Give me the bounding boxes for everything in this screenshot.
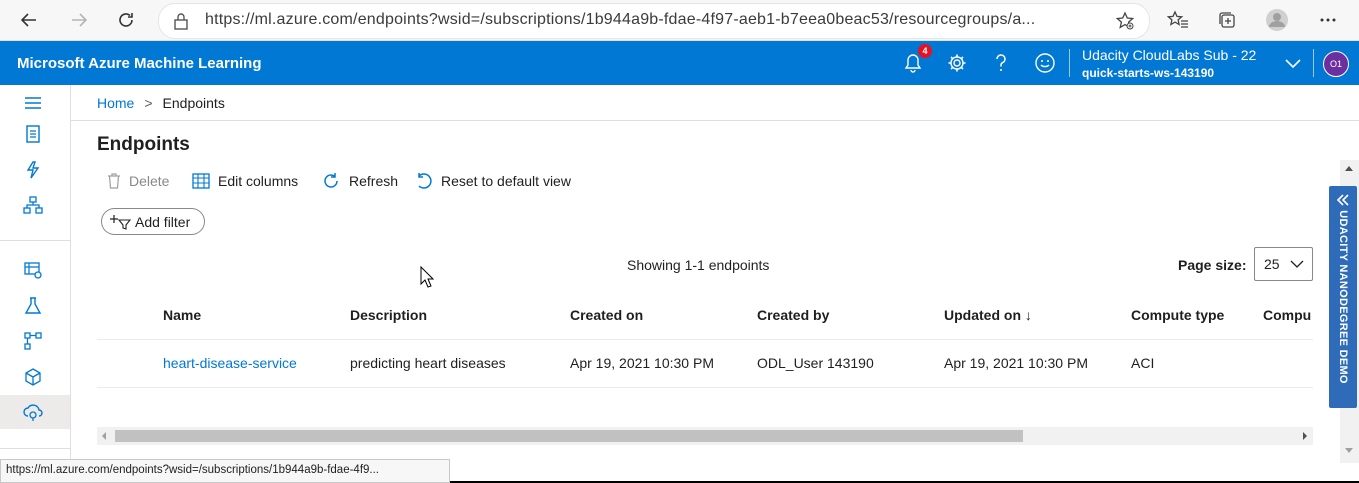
table-grid-icon bbox=[192, 173, 210, 189]
edit-columns-label: Edit columns bbox=[218, 173, 299, 189]
page-title: Endpoints bbox=[97, 134, 190, 155]
page-size-value: 25 bbox=[1264, 256, 1280, 272]
reset-label: Reset to default view bbox=[441, 173, 571, 189]
models-icon[interactable] bbox=[20, 364, 46, 390]
back-arrow-icon[interactable] bbox=[15, 6, 43, 34]
endpoint-created-by: ODL_User 143190 bbox=[757, 355, 874, 371]
designer-icon[interactable] bbox=[20, 192, 46, 218]
refresh-button[interactable]: Refresh bbox=[321, 170, 398, 192]
datasets-icon[interactable] bbox=[20, 257, 46, 283]
refresh-icon bbox=[321, 171, 341, 191]
horizontal-scroll-thumb[interactable] bbox=[115, 430, 1023, 442]
page-size-select[interactable]: 25 bbox=[1254, 247, 1313, 281]
reload-icon[interactable] bbox=[112, 6, 140, 34]
workspace-name[interactable]: quick-starts-ws-143190 bbox=[1082, 66, 1214, 80]
chevron-down-icon bbox=[1290, 259, 1304, 269]
add-filter-button[interactable]: Add filter bbox=[101, 208, 205, 235]
breadcrumb-divider bbox=[71, 120, 1359, 121]
nav-divider bbox=[0, 448, 70, 449]
subscription-name[interactable]: Udacity CloudLabs Sub - 22 bbox=[1082, 47, 1256, 63]
scroll-down-arrow-icon[interactable] bbox=[1345, 448, 1353, 453]
breadcrumb-separator: > bbox=[144, 95, 153, 111]
mouse-pointer-icon bbox=[420, 266, 434, 288]
breadcrumb-current: Endpoints bbox=[162, 95, 225, 111]
delete-label: Delete bbox=[129, 173, 170, 189]
address-bar[interactable]: https://ml.azure.com/endpoints?wsid=/sub… bbox=[158, 3, 1150, 39]
left-nav bbox=[0, 85, 71, 460]
lock-icon[interactable] bbox=[173, 12, 189, 30]
app-title[interactable]: Microsoft Azure Machine Learning bbox=[17, 55, 261, 72]
experiments-icon[interactable] bbox=[20, 293, 46, 319]
column-header-compute-truncated[interactable]: Compu bbox=[1263, 307, 1313, 323]
feedback-smiley-icon[interactable] bbox=[1033, 51, 1057, 75]
results-count: Showing 1-1 endpoints bbox=[627, 257, 770, 273]
automl-icon[interactable] bbox=[20, 157, 46, 183]
column-header-updated-on[interactable]: Updated on ↓ bbox=[944, 307, 1032, 323]
notification-badge: 4 bbox=[918, 44, 932, 58]
help-question-icon[interactable] bbox=[989, 51, 1013, 75]
row-divider bbox=[97, 339, 1313, 340]
forward-arrow-icon[interactable] bbox=[65, 6, 93, 34]
chevron-down-icon[interactable] bbox=[1281, 51, 1305, 75]
refresh-label: Refresh bbox=[349, 173, 399, 189]
add-favorite-icon[interactable] bbox=[1115, 11, 1135, 31]
settings-gear-icon[interactable] bbox=[945, 51, 969, 75]
header-divider bbox=[1069, 49, 1070, 77]
undo-icon bbox=[415, 172, 433, 190]
page-size-label: Page size: bbox=[1178, 257, 1247, 273]
edit-columns-button[interactable]: Edit columns bbox=[192, 170, 298, 192]
breadcrumb: Home > Endpoints bbox=[97, 95, 225, 111]
url-text[interactable]: https://ml.azure.com/endpoints?wsid=/sub… bbox=[205, 11, 1035, 29]
scroll-left-arrow-icon[interactable] bbox=[102, 432, 106, 440]
row-divider bbox=[97, 387, 1313, 388]
collections-icon[interactable] bbox=[1213, 6, 1241, 34]
add-filter-icon bbox=[110, 214, 132, 230]
udacity-side-tab[interactable]: UDACITY NANODEGREE DEMO bbox=[1329, 186, 1357, 408]
reset-default-view-button[interactable]: Reset to default view bbox=[415, 170, 571, 192]
app-header: Microsoft Azure Machine Learning 4 Udaci… bbox=[0, 41, 1359, 85]
pipelines-icon[interactable] bbox=[20, 328, 46, 354]
endpoint-created-on: Apr 19, 2021 10:30 PM bbox=[570, 355, 714, 371]
delete-button[interactable]: Delete bbox=[107, 170, 169, 192]
trash-icon bbox=[107, 173, 121, 189]
endpoint-description: predicting heart diseases bbox=[350, 355, 506, 371]
header-divider bbox=[1313, 49, 1314, 77]
udacity-tab-label: UDACITY NANODEGREE DEMO bbox=[1337, 210, 1349, 384]
scroll-right-arrow-icon[interactable] bbox=[1303, 432, 1307, 440]
endpoints-icon[interactable] bbox=[20, 399, 46, 425]
hamburger-menu-icon[interactable] bbox=[20, 90, 46, 116]
column-header-created-by[interactable]: Created by bbox=[757, 307, 829, 323]
endpoint-compute-type: ACI bbox=[1131, 355, 1155, 371]
endpoint-name-link[interactable]: heart-disease-service bbox=[163, 355, 297, 371]
avatar[interactable]: O1 bbox=[1323, 51, 1349, 77]
column-header-description[interactable]: Description bbox=[350, 307, 427, 323]
favorites-icon[interactable] bbox=[1164, 6, 1192, 34]
column-header-compute-type[interactable]: Compute type bbox=[1131, 307, 1224, 323]
endpoint-updated-on: Apr 19, 2021 10:30 PM bbox=[944, 355, 1088, 371]
add-filter-label: Add filter bbox=[135, 213, 191, 230]
status-bar-url: https://ml.azure.com/endpoints?wsid=/sub… bbox=[0, 459, 450, 483]
column-header-created-on[interactable]: Created on bbox=[570, 307, 643, 323]
browser-toolbar: https://ml.azure.com/endpoints?wsid=/sub… bbox=[0, 0, 1359, 41]
more-menu-icon[interactable] bbox=[1314, 6, 1342, 34]
horizontal-scrollbar[interactable] bbox=[97, 427, 1313, 445]
profile-icon[interactable] bbox=[1263, 6, 1291, 34]
column-header-name[interactable]: Name bbox=[163, 307, 201, 323]
nav-divider bbox=[0, 240, 70, 241]
scroll-up-arrow-icon[interactable] bbox=[1345, 166, 1353, 171]
double-chevron-left-icon[interactable] bbox=[1336, 193, 1350, 207]
breadcrumb-home-link[interactable]: Home bbox=[97, 95, 134, 111]
notebook-icon[interactable] bbox=[20, 121, 46, 147]
